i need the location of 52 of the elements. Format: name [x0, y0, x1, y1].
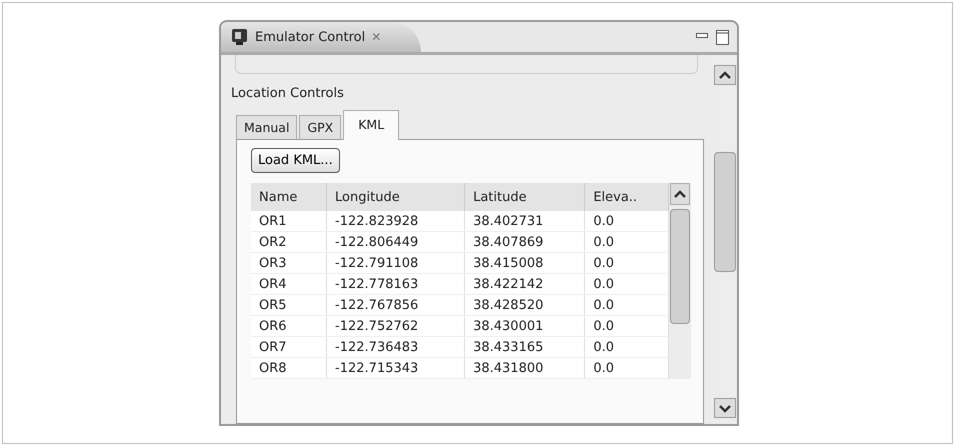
table-cell: OR7	[251, 336, 327, 358]
column-header[interactable]: Longitude	[326, 183, 465, 211]
table-cell: OR2	[251, 232, 327, 252]
table-cell: 0.0	[584, 252, 668, 274]
scrollbar[interactable]	[669, 183, 691, 379]
table-cell: 38.428520	[464, 294, 585, 316]
table-cell: 0.0	[584, 232, 668, 252]
table-cell: -122.767856	[326, 294, 465, 316]
scroll-thumb[interactable]	[714, 152, 736, 272]
table-cell: -122.778163	[326, 274, 465, 294]
column-header[interactable]: Latitude	[464, 183, 585, 211]
monitor-icon	[231, 28, 249, 46]
maximize-icon[interactable]	[716, 30, 729, 44]
table-cell: -122.806449	[326, 232, 465, 252]
table-cell: 38.407869	[464, 232, 585, 252]
table-cell: OR3	[251, 252, 327, 274]
minimize-icon[interactable]	[696, 33, 708, 41]
table-cell: -122.791108	[326, 252, 465, 274]
table-cell: -122.715343	[326, 358, 465, 378]
table-cell: 0.0	[584, 336, 668, 358]
table-cell: OR4	[251, 274, 327, 294]
table-cell: 38.415008	[464, 252, 585, 274]
table-cell: 38.433165	[464, 336, 585, 358]
tab[interactable]: Manual	[236, 115, 298, 139]
scroll-down-icon[interactable]	[714, 398, 736, 418]
table-cell: -122.736483	[326, 336, 465, 358]
table-cell: 38.431800	[464, 358, 585, 378]
column-header[interactable]: Name	[251, 183, 327, 211]
table-cell: 0.0	[584, 274, 668, 294]
table-cell: -122.752762	[326, 316, 465, 336]
table-cell: OR5	[251, 294, 327, 316]
scroll-thumb[interactable]	[670, 209, 690, 324]
table-cell: 38.430001	[464, 316, 585, 336]
tab[interactable]: GPX	[299, 115, 342, 139]
column-header[interactable]: Eleva..	[584, 183, 668, 211]
tab[interactable]: KML	[343, 110, 400, 140]
table-cell: 0.0	[584, 211, 668, 232]
table-cell: 0.0	[584, 358, 668, 378]
table-cell: 38.422142	[464, 274, 585, 294]
view-title: Emulator Control	[255, 30, 366, 44]
table-cell: -122.823928	[326, 211, 465, 232]
table-cell: 38.402731	[464, 211, 585, 232]
table-cell: OR8	[251, 358, 327, 378]
table-cell: 0.0	[584, 294, 668, 316]
section-title: Location Controls	[231, 86, 345, 101]
scroll-up-icon[interactable]	[714, 65, 736, 85]
view-tab[interactable]: Emulator Control ✕	[221, 22, 422, 52]
scroll-up-icon[interactable]	[670, 183, 690, 205]
table-cell: OR6	[251, 316, 327, 336]
table-cell: 0.0	[584, 316, 668, 336]
load-kml-button[interactable]: Load KML...	[251, 148, 340, 173]
table-cell: OR1	[251, 211, 327, 232]
